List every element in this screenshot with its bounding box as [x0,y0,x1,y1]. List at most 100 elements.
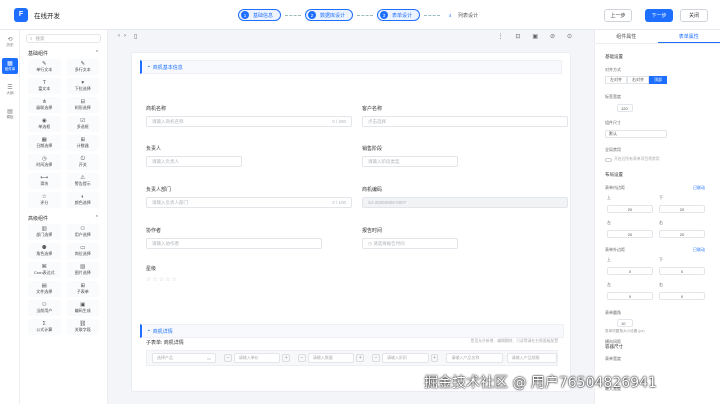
margin-bottom-input[interactable]: 0 [659,267,705,275]
align-top-option[interactable]: 顶部 [649,76,667,84]
nav-template[interactable]: ▤ 模板 [2,106,18,122]
nav-outline[interactable]: ☰ 大纲 [2,82,18,98]
preview-icon[interactable]: ⊡ [515,33,520,40]
global-disable-toggle[interactable]: 开启后所有表单项目将禁用 [605,157,660,162]
collaborator-input[interactable]: 请输入协作者 [146,238,322,249]
padding-linked-toggle[interactable]: 已联动 [693,185,705,191]
report-time-picker[interactable]: ◷ 请选择报告时间 [362,238,458,249]
dept-input[interactable]: 请输入负责人部门 0 / 100 [146,197,352,208]
padding-left-input[interactable]: 20 [607,230,653,238]
margin-top-input[interactable]: 0 [607,267,653,275]
clear-icon[interactable]: ⊘ [550,33,555,40]
plus-icon[interactable]: + [282,354,291,362]
quantity-input[interactable]: 请输入数量 [307,353,355,363]
side-label: 左 [607,220,611,225]
palette-search-input[interactable]: ⌕ 搜索 [26,34,101,43]
padding-bottom-input[interactable]: 20 [659,205,705,213]
align-left-option[interactable]: 左对齐 [605,76,627,84]
palette-item[interactable]: ⚇ 用户选择 [66,224,99,240]
palette-item[interactable]: ▣ 编码生成 [66,300,99,316]
star-rating[interactable]: ☆☆☆☆☆ [146,276,178,283]
palette-item-label: 单行文本 [36,67,53,72]
palette-item[interactable]: ⊟ 树形选择 [66,97,99,113]
size-select[interactable]: 默认 [605,130,667,138]
plus-icon[interactable]: + [430,354,439,362]
palette-item[interactable]: ⋔ 级联选择 [28,97,61,113]
owner-input[interactable]: 请输入负责人 [146,156,242,167]
product-spec-input[interactable]: 请输入产品规格 [506,353,558,363]
palette-item[interactable]: ☑ 多选框 [66,116,99,132]
palette-item[interactable]: ⏻ 开关 [66,154,99,170]
palette-item-label: 富文本 [38,86,51,91]
palette-item[interactable]: ◐ 颜色选择 [66,192,99,208]
align-right-option[interactable]: 右对齐 [627,76,649,84]
section-details[interactable]: ▪ 商机详情 [140,324,564,338]
palette-item[interactable]: ⛓ 关联字段 [66,319,99,335]
next-step-button[interactable]: 下一步 [645,9,673,22]
margin-right-input[interactable]: 0 [659,292,705,300]
basic-group-header[interactable]: 基础组件 ⌃ [20,47,107,59]
palette-item[interactable]: ◷ 时间选择 [28,154,61,170]
palette-item[interactable]: ☆ 评分 [28,192,61,208]
save-icon[interactable]: ▣ [532,33,538,40]
product-select[interactable]: 选择产品 ▭ [152,353,216,363]
palette-item[interactable]: T 富文本 [28,78,61,94]
close-button[interactable]: 关闭 [680,9,708,22]
nav-history[interactable]: ⟲ 历史 [2,34,18,50]
product-name-input[interactable]: 请输入产品名称 [446,353,503,363]
undo-icon[interactable]: ‹ [118,33,120,39]
step-list-design[interactable]: 4 列表设计 [444,9,485,21]
tab-component-props[interactable]: 组件属性 [595,30,658,43]
properties-tabs: 组件属性 表单属性 [595,30,720,44]
app-logo-icon: F [14,7,28,22]
code-icon[interactable]: ⋮ [497,33,503,40]
palette-item[interactable]: ✎ 单行文本 [28,59,61,75]
palette-item[interactable]: ▭ 岗位选择 [66,243,99,259]
step-db-design[interactable]: 2 数据库设计 [305,9,354,21]
palette-item[interactable]: ⚇ 当前用户 [28,300,61,316]
stage-input[interactable]: 请输入阶段类型 [362,156,458,167]
opportunity-name-input[interactable]: 请输入商机名称 0 / 200 [146,116,352,127]
step-form-design[interactable]: 3 表单设计 [377,9,421,21]
label-width-input[interactable]: 120 [617,104,633,112]
palette-item[interactable]: ✎ 多行文本 [66,59,99,75]
palette-item[interactable]: ⚉ 角色选择 [28,243,61,259]
palette-item-label: 多选框 [76,124,89,129]
help-icon[interactable]: ⊙ [567,33,572,40]
field-label: 销售阶段 [362,146,383,152]
margin-left-input[interactable]: 0 [607,292,653,300]
palette-item[interactable]: ◉ 单选框 [28,116,61,132]
palette-item[interactable]: ⊞ 子表单 [66,281,99,297]
radius-input[interactable]: 10 [617,319,633,327]
palette-item[interactable]: ▦ 日期选择 [28,135,61,151]
palette-item-label: 文件选择 [36,289,53,294]
toggle-icon [605,157,612,162]
padding-right-input[interactable]: 20 [659,230,705,238]
padding-top-input[interactable]: 20 [607,205,653,213]
palette-item[interactable]: ▾ 下拉选择 [66,78,99,94]
palette-item[interactable]: ▤ 文件选择 [28,281,61,297]
redo-icon[interactable]: › [124,33,126,39]
customer-select[interactable]: 点击选择 [362,116,568,127]
device-icon[interactable]: ▯ [134,33,137,40]
minus-icon[interactable]: − [298,354,306,362]
palette-item[interactable]: ⊞ 计数器 [66,135,99,151]
palette-item[interactable]: ⌘ Cron表达式 [28,262,61,278]
nav-components[interactable]: ▦ 组件库 [2,58,18,74]
margin-linked-toggle[interactable]: 已联动 [693,247,705,253]
minus-icon[interactable]: − [223,354,232,362]
palette-item[interactable]: ⟷ 滑块 [28,173,61,189]
advanced-group-header[interactable]: 高级组件 ⌃ [20,212,107,224]
section-basic-info[interactable]: ▪ 商机基本信息 [140,60,562,74]
palette-item[interactable]: Σ 公式计算 [28,319,61,335]
palette-item[interactable]: ▨ 图片选择 [66,262,99,278]
palette-item[interactable]: ▥ 部门选择 [28,224,61,240]
discount-input[interactable]: 请输入折扣 [382,353,429,363]
minus-icon[interactable]: − [372,354,381,362]
price-input[interactable]: 请输入单价 [233,353,281,363]
tab-form-props[interactable]: 表单属性 [657,30,720,43]
palette-item[interactable]: ⚠ 警告提示 [66,173,99,189]
plus-icon[interactable]: + [356,354,365,362]
prev-step-button[interactable]: 上一步 [604,9,632,22]
step-basic-info[interactable]: 1 基础信息 [238,9,282,21]
